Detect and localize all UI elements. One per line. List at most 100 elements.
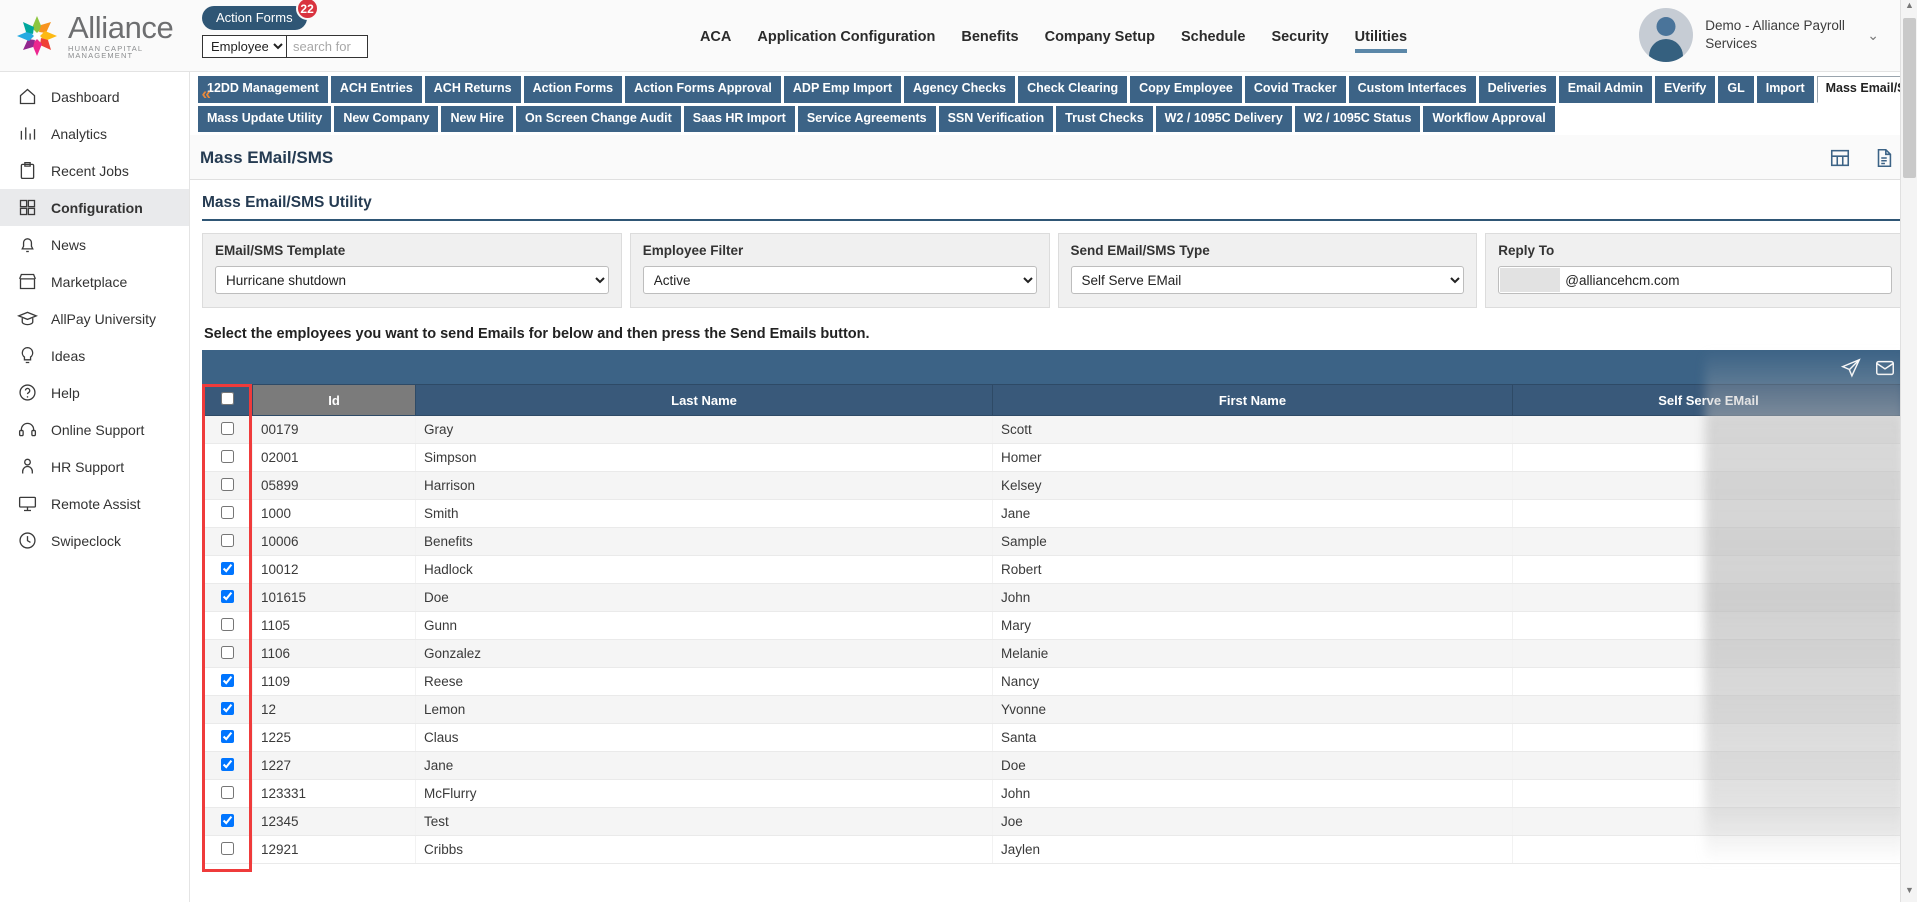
row-select-cell[interactable] [202,611,253,641]
select-all-checkbox[interactable] [221,392,234,406]
row-select-checkbox[interactable] [220,813,234,827]
row-select-checkbox[interactable] [220,477,234,491]
subtab-service-agreements[interactable]: Service Agreements [797,105,936,133]
nav-schedule[interactable]: Schedule [1181,29,1245,49]
row-select-cell[interactable] [202,779,253,809]
nav-application-configuration[interactable]: Application Configuration [757,29,935,49]
row-select-checkbox[interactable] [220,729,234,743]
subtab-trust-checks[interactable]: Trust Checks [1056,105,1153,133]
row-select-cell[interactable] [202,639,253,669]
row-select-checkbox[interactable] [220,449,234,463]
subtab-deliveries[interactable]: Deliveries [1478,76,1556,103]
subtab-12dd-management[interactable]: 12DD Management [198,76,328,103]
subtab-action-forms-approval[interactable]: Action Forms Approval [625,76,781,103]
row-select-cell[interactable] [202,807,253,837]
table-row[interactable]: 1000 Smith Jane [202,499,1905,529]
export-document-icon[interactable] [1873,147,1895,169]
row-select-cell[interactable] [202,695,253,725]
subtab-ach-entries[interactable]: ACH Entries [330,76,422,103]
nav-benefits[interactable]: Benefits [961,29,1018,49]
table-row[interactable]: 10006 Benefits Sample [202,527,1905,557]
row-select-cell[interactable] [202,415,253,445]
sidebar-item-swipeclock[interactable]: Swipeclock [0,522,189,559]
row-select-checkbox[interactable] [220,757,234,771]
table-row[interactable]: 1105 Gunn Mary [202,611,1905,641]
sidebar-item-configuration[interactable]: Configuration [0,189,189,226]
table-row[interactable]: 1227 Jane Doe [202,751,1905,781]
reply-to-input[interactable] [1498,266,1892,295]
scrollbar-thumb[interactable] [1903,18,1916,178]
employee-filter-select[interactable]: Active [642,266,1037,295]
subtab-saas-hr-import[interactable]: Saas HR Import [683,105,795,133]
select-all-header[interactable] [202,384,253,417]
nav-aca[interactable]: ACA [700,29,731,49]
row-select-checkbox[interactable] [220,645,234,659]
action-forms-button[interactable]: Action Forms 22 [202,0,319,30]
sidebar-item-news[interactable]: News [0,226,189,263]
row-select-cell[interactable] [202,471,253,501]
row-select-checkbox[interactable] [220,589,234,603]
subtab-gl[interactable]: GL [1718,76,1754,103]
table-row[interactable]: 12345 Test Joe [202,807,1905,837]
row-select-checkbox[interactable] [220,701,234,715]
column-header-self-serve-email[interactable]: Self Serve EMail [1512,384,1905,417]
subtab-ach-returns[interactable]: ACH Returns [424,76,521,103]
table-row[interactable]: 1109 Reese Nancy [202,667,1905,697]
subtab-w2-1095c-status[interactable]: W2 / 1095C Status [1294,105,1421,133]
row-select-cell[interactable] [202,751,253,781]
row-select-cell[interactable] [202,835,253,865]
row-select-checkbox[interactable] [220,533,234,547]
row-select-checkbox[interactable] [220,841,234,855]
nav-utilities[interactable]: Utilities [1354,29,1408,53]
sidebar-item-help[interactable]: Help [0,374,189,411]
table-row[interactable]: 1225 Claus Santa [202,723,1905,753]
table-row[interactable]: 02001 Simpson Homer [202,443,1905,473]
send-type-select[interactable]: Self Serve EMail [1070,266,1465,295]
row-select-cell[interactable] [202,723,253,753]
column-header-last-name[interactable]: Last Name [415,384,993,417]
sidebar-item-allpay-university[interactable]: AllPay University [0,300,189,337]
nav-security[interactable]: Security [1271,29,1328,49]
subtab-on-screen-change-audit[interactable]: On Screen Change Audit [515,105,681,133]
preview-email-icon[interactable] [1874,357,1896,379]
chevron-down-icon[interactable]: ⌄ [1867,27,1879,44]
row-select-checkbox[interactable] [220,673,234,687]
export-grid-icon[interactable] [1829,147,1851,169]
row-select-checkbox[interactable] [220,505,234,519]
row-select-cell[interactable] [202,555,253,585]
subtab-action-forms[interactable]: Action Forms [523,76,623,103]
sidebar-item-hr-support[interactable]: HR Support [0,448,189,485]
subtab-copy-employee[interactable]: Copy Employee [1130,76,1242,103]
row-select-cell[interactable] [202,527,253,557]
subtab-email-admin[interactable]: Email Admin [1558,76,1652,103]
table-row[interactable]: 10012 Hadlock Robert [202,555,1905,585]
subtab-everify[interactable]: EVerify [1654,76,1716,103]
subtab-covid-tracker[interactable]: Covid Tracker [1244,76,1346,103]
sidebar-item-remote-assist[interactable]: Remote Assist [0,485,189,522]
sidebar-item-analytics[interactable]: Analytics [0,115,189,152]
page-scrollbar[interactable]: ▲ ▼ [1900,0,1917,902]
subtab-custom-interfaces[interactable]: Custom Interfaces [1348,76,1476,103]
table-row[interactable]: 00179 Gray Scott [202,415,1905,445]
scroll-up-icon[interactable]: ▲ [1901,0,1917,17]
sidebar-item-recent-jobs[interactable]: Recent Jobs [0,152,189,189]
sidebar-item-dashboard[interactable]: Dashboard [0,78,189,115]
table-row[interactable]: 101615 Doe John [202,583,1905,613]
subtab-new-hire[interactable]: New Hire [441,105,513,133]
search-input[interactable] [286,35,368,58]
template-select[interactable]: Hurricane shutdown [215,266,609,295]
column-header-id[interactable]: Id [252,384,416,417]
table-row[interactable]: 1106 Gonzalez Melanie [202,639,1905,669]
subtab-adp-emp-import[interactable]: ADP Emp Import [783,76,901,103]
subtab-new-company[interactable]: New Company [334,105,439,133]
subtab-import[interactable]: Import [1756,76,1814,103]
user-menu[interactable]: Demo - Alliance Payroll Services ⌄ [1639,8,1879,62]
row-select-checkbox[interactable] [220,421,234,435]
scroll-down-icon[interactable]: ▼ [1901,885,1917,902]
search-scope-select[interactable]: Employees [202,35,286,58]
brand-logo[interactable]: Alliance HUMAN CAPITAL MANAGEMENT [0,12,190,60]
column-header-first-name[interactable]: First Name [992,384,1513,417]
subtab-agency-checks[interactable]: Agency Checks [903,76,1016,103]
row-select-cell[interactable] [202,443,253,473]
row-select-cell[interactable] [202,583,253,613]
